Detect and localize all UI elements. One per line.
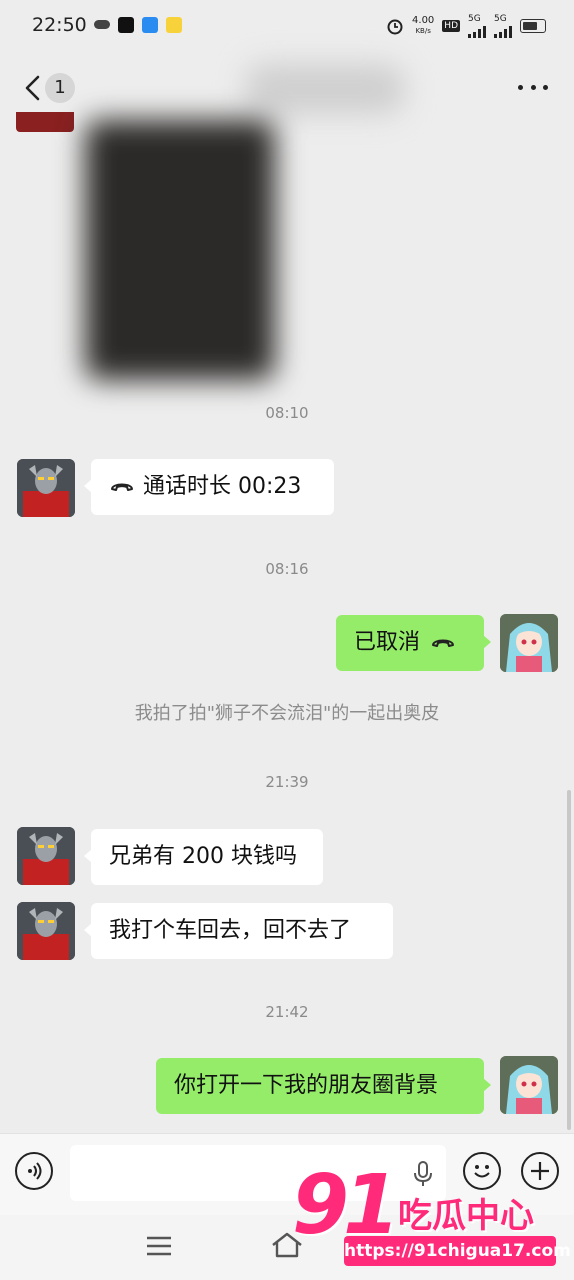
app-blue-icon (142, 17, 158, 33)
phone-hangup-icon (432, 639, 455, 647)
avatar-self[interactable] (500, 1056, 558, 1114)
message-bubble-self[interactable]: 你打开一下我的朋友圈背景 (156, 1058, 491, 1114)
app-yellow-icon (166, 17, 182, 33)
timestamp: 21:42 (265, 1003, 309, 1021)
status-time: 22:50 (32, 14, 87, 36)
signal-icon-2 (494, 24, 512, 38)
timestamp: 21:39 (265, 773, 309, 791)
tiktok-icon (118, 17, 134, 33)
blurred-title (245, 64, 405, 114)
timestamp: 08:16 (265, 560, 309, 578)
net-speed: 4.00 KB/s (412, 15, 435, 36)
status-bar: 22:50 4.00 KB/s HD 5G 5G (0, 0, 574, 54)
alarm-icon (387, 19, 403, 35)
system-message: 我拍了拍"狮子不会流泪"的一起出奥皮 (134, 703, 440, 724)
network-label-2: 5G (494, 14, 507, 24)
avatar-self[interactable] (500, 614, 558, 672)
avatar-other[interactable] (17, 902, 75, 960)
battery-icon (520, 19, 546, 33)
avatar-partial (16, 112, 74, 132)
network-label-1: 5G (468, 14, 481, 24)
phone-hangup-icon (111, 483, 133, 491)
call-bubble[interactable]: 通话时长 00:23 (84, 459, 334, 515)
back-arrow-icon[interactable] (22, 74, 44, 102)
scrollbar[interactable] (567, 790, 571, 1130)
microphone-icon[interactable] (413, 1160, 433, 1188)
blurred-image-message[interactable] (85, 120, 275, 380)
signal-icon-1 (468, 24, 486, 38)
hd-badge: HD (442, 20, 460, 32)
plus-icon[interactable] (521, 1152, 559, 1190)
unread-badge: 1 (45, 73, 75, 103)
status-right: 4.00 KB/s HD 5G 5G (386, 14, 546, 38)
more-icon[interactable] (518, 85, 548, 91)
timestamp: 08:10 (265, 404, 309, 422)
avatar-other[interactable] (17, 827, 75, 885)
message-bubble[interactable]: 我打个车回去，回不去了 (84, 903, 393, 959)
message-bubble[interactable]: 兄弟有 200 块钱吗 (84, 829, 323, 885)
watermark-logo-text: 吃瓜中心 (398, 1196, 534, 1236)
avatar-other[interactable] (17, 459, 75, 517)
emoji-icon[interactable] (463, 1152, 501, 1190)
watermark-url: https://91chigua17.com (344, 1236, 571, 1266)
voice-icon[interactable] (15, 1152, 53, 1190)
menu-icon[interactable] (146, 1235, 172, 1257)
cloud-icon (94, 20, 110, 29)
call-bubble-self[interactable]: 已取消 (336, 615, 491, 671)
